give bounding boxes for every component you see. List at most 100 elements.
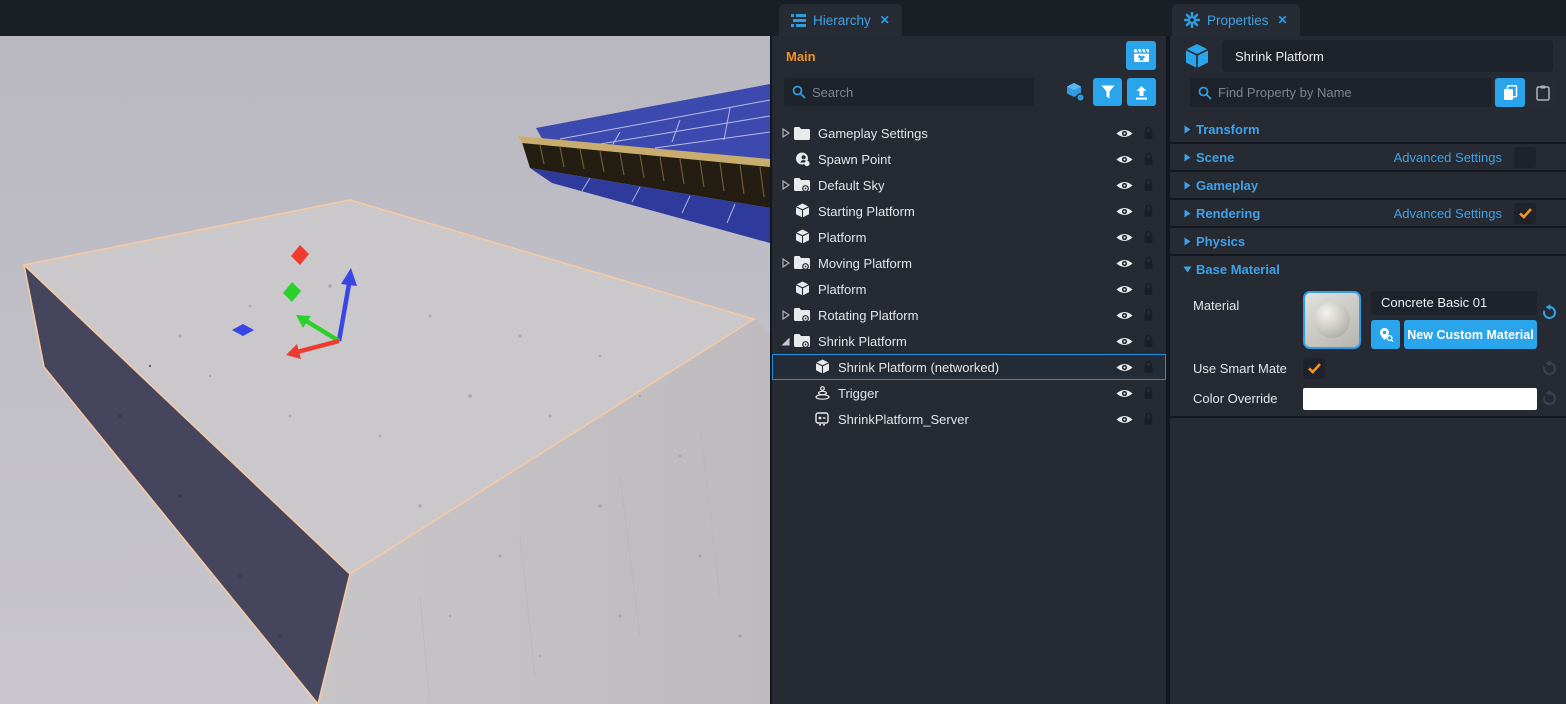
entity-name-input[interactable] [1222, 40, 1553, 72]
rendering-advanced-checkbox[interactable] [1514, 203, 1536, 224]
list-tree-icon [791, 13, 806, 28]
caret-collapsed-icon[interactable] [779, 258, 792, 268]
tab-properties[interactable]: Properties ✕ [1172, 4, 1300, 36]
section-label: Physics [1196, 234, 1245, 249]
capture-button[interactable] [1126, 41, 1156, 70]
tree-row-label: Trigger [838, 386, 1113, 401]
eye-icon[interactable] [1113, 284, 1135, 295]
eye-icon[interactable] [1113, 180, 1135, 191]
section-label: Gameplay [1196, 178, 1258, 193]
padlock-icon[interactable] [1139, 257, 1157, 270]
padlock-icon[interactable] [1139, 387, 1157, 400]
filter-button[interactable] [1093, 78, 1122, 106]
caret-collapsed-icon[interactable] [779, 180, 792, 190]
color-override-swatch[interactable] [1303, 388, 1537, 410]
padlock-icon[interactable] [1139, 179, 1157, 192]
eye-icon[interactable] [1113, 128, 1135, 139]
tree-row-platform[interactable]: Platform [772, 224, 1166, 250]
tree-row-label: Spawn Point [818, 152, 1113, 167]
eye-icon[interactable] [1113, 336, 1135, 347]
asset-cube-button[interactable] [1062, 78, 1088, 106]
tree-row-label: Shrink Platform (networked) [838, 360, 1113, 375]
folder-gear-icon [792, 308, 812, 322]
padlock-icon[interactable] [1139, 205, 1157, 218]
eye-icon[interactable] [1113, 206, 1135, 217]
tree-row-starting-platform[interactable]: Starting Platform [772, 198, 1166, 224]
tab-hierarchy[interactable]: Hierarchy ✕ [779, 4, 902, 36]
cube-icon [792, 281, 812, 297]
use-smart-mate-reset-icon[interactable] [1541, 360, 1558, 377]
paste-properties-button[interactable] [1528, 78, 1558, 107]
section-gameplay[interactable]: Gameplay [1170, 172, 1566, 198]
eye-icon[interactable] [1113, 154, 1135, 165]
use-smart-mate-checkbox[interactable] [1303, 358, 1325, 379]
tab-hierarchy-close-icon[interactable]: ✕ [880, 13, 890, 27]
new-custom-material-button[interactable]: New Custom Material [1404, 320, 1537, 349]
tree-row-shrink-platform-networked[interactable]: Shrink Platform (networked) [772, 354, 1166, 380]
eye-icon[interactable] [1113, 310, 1135, 321]
material-preview-thumbnail[interactable] [1303, 291, 1361, 349]
tree-row-label: Default Sky [818, 178, 1113, 193]
section-physics[interactable]: Physics [1170, 228, 1566, 254]
hierarchy-toolbar [772, 76, 1166, 112]
properties-toolbar [1170, 76, 1566, 112]
tree-row-shrink-platform[interactable]: Shrink Platform [772, 328, 1166, 354]
padlock-icon[interactable] [1139, 231, 1157, 244]
padlock-icon[interactable] [1139, 153, 1157, 166]
editor-window: Hierarchy ✕ Properties ✕ Main [0, 0, 1566, 704]
section-label: Transform [1196, 122, 1260, 137]
property-search[interactable] [1190, 78, 1492, 107]
tree-row-shrinkplatform-server[interactable]: ShrinkPlatform_Server [772, 406, 1166, 432]
tab-hierarchy-label: Hierarchy [813, 13, 871, 28]
3d-viewport[interactable] [0, 36, 770, 704]
tree-row-platform-2[interactable]: Platform [772, 276, 1166, 302]
padlock-icon[interactable] [1139, 413, 1157, 426]
tree-row-label: Platform [818, 230, 1113, 245]
locate-material-button[interactable] [1371, 320, 1400, 349]
caret-collapsed-icon[interactable] [779, 310, 792, 320]
section-base-material[interactable]: Base Material [1170, 256, 1566, 282]
tree-row-rotating-platform[interactable]: Rotating Platform [772, 302, 1166, 328]
padlock-icon[interactable] [1139, 309, 1157, 322]
check-icon [1308, 363, 1321, 374]
padlock-icon[interactable] [1139, 283, 1157, 296]
property-search-input[interactable] [1218, 85, 1484, 100]
properties-panel: Transform Scene Advanced Settings Gamepl… [1170, 36, 1566, 704]
section-rendering[interactable]: Rendering Advanced Settings [1170, 200, 1566, 226]
cube-icon [812, 359, 832, 375]
collapse-all-button[interactable] [1127, 78, 1156, 106]
eye-icon[interactable] [1113, 388, 1135, 399]
hierarchy-search-input[interactable] [812, 85, 1026, 100]
padlock-icon[interactable] [1139, 361, 1157, 374]
tree-row-label: Platform [818, 282, 1113, 297]
material-name-field[interactable]: Concrete Basic 01 [1371, 291, 1537, 315]
eye-icon[interactable] [1113, 258, 1135, 269]
cube-dot-icon [1064, 81, 1086, 103]
tree-row-default-sky[interactable]: Default Sky [772, 172, 1166, 198]
tab-properties-close-icon[interactable]: ✕ [1278, 13, 1288, 27]
clapperboard-icon [1133, 47, 1150, 64]
caret-collapsed-icon [1181, 181, 1193, 190]
tree-row-spawn-point[interactable]: Spawn Point [772, 146, 1166, 172]
eye-icon[interactable] [1113, 232, 1135, 243]
scene-advanced-checkbox[interactable] [1514, 147, 1536, 168]
copy-properties-button[interactable] [1495, 78, 1525, 107]
tree-row-gameplay-settings[interactable]: Gameplay Settings [772, 120, 1166, 146]
section-transform[interactable]: Transform [1170, 116, 1566, 142]
eye-icon[interactable] [1113, 362, 1135, 373]
caret-collapsed-icon[interactable] [779, 128, 792, 138]
padlock-icon[interactable] [1139, 335, 1157, 348]
tree-row-label: Starting Platform [818, 204, 1113, 219]
color-override-reset-icon[interactable] [1541, 390, 1558, 407]
funnel-icon [1101, 85, 1115, 99]
eye-icon[interactable] [1113, 414, 1135, 425]
material-reset-icon[interactable] [1541, 304, 1558, 321]
section-scene[interactable]: Scene Advanced Settings [1170, 144, 1566, 170]
entity-name-row [1170, 36, 1566, 76]
gear-icon [1184, 12, 1200, 28]
hierarchy-search[interactable] [784, 78, 1034, 106]
padlock-icon[interactable] [1139, 127, 1157, 140]
tree-row-moving-platform[interactable]: Moving Platform [772, 250, 1166, 276]
tree-row-trigger[interactable]: Trigger [772, 380, 1166, 406]
caret-expanded-icon[interactable] [779, 337, 792, 346]
